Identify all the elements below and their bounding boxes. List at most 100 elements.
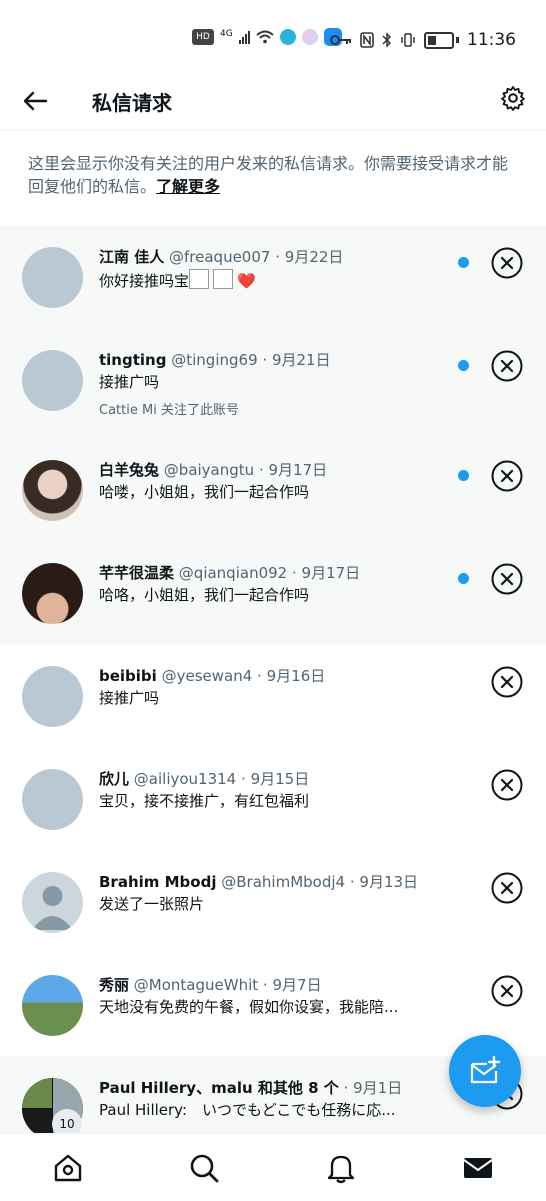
- back-arrow-icon[interactable]: [20, 86, 50, 116]
- separator: ·: [258, 461, 264, 479]
- list-item[interactable]: tingting @tinging69 · 9月21日 接推广吗 Cattie …: [0, 328, 546, 438]
- heart-emoji: ❤️: [237, 272, 256, 290]
- user-handle: @freaque007: [169, 248, 271, 266]
- avatar[interactable]: [22, 666, 83, 727]
- user-handle: @BrahimMbodj4: [221, 873, 346, 891]
- message-preview: 你好接推吗宝 ❤️: [99, 269, 429, 292]
- separator: ·: [343, 1079, 349, 1097]
- app-notification-icon: [279, 29, 296, 45]
- unread-dot: [458, 470, 469, 481]
- wifi-icon: [256, 30, 274, 44]
- user-handle: @qianqian092: [178, 564, 288, 582]
- status-time: 11:36: [467, 30, 516, 50]
- message-date: 9月13日: [359, 873, 419, 891]
- message-date: 9月17日: [268, 461, 328, 479]
- unread-dot: [458, 257, 469, 268]
- close-icon[interactable]: [491, 247, 523, 279]
- separator: ·: [349, 873, 355, 891]
- bottom-navigation: [0, 1133, 546, 1201]
- user-handle: @yesewan4: [161, 667, 253, 685]
- follow-context-note: Cattie Mi 关注了此账号: [99, 403, 239, 418]
- separator: ·: [241, 770, 246, 788]
- message-date: 9月22日: [284, 248, 344, 266]
- notifications-bell-icon[interactable]: [325, 1152, 357, 1184]
- user-name: tingting: [99, 351, 167, 369]
- nfc-icon: [360, 32, 374, 48]
- status-icons-left: HD 4G: [192, 28, 342, 46]
- message-date: 9月7日: [272, 976, 322, 994]
- user-handle: @baiyangtu: [163, 461, 255, 479]
- default-profile-icon: [32, 886, 73, 930]
- message-preview: 天地没有免费的午餐，假如你设宴，我能陪...: [99, 998, 399, 1016]
- close-icon[interactable]: [491, 666, 523, 698]
- avatar[interactable]: [22, 563, 83, 624]
- list-item[interactable]: beibibi @yesewan4 · 9月16日 接推广吗: [0, 644, 546, 747]
- home-icon[interactable]: [52, 1152, 84, 1184]
- key-icon: [330, 35, 351, 45]
- separator: ·: [262, 351, 268, 369]
- message-date: 9月15日: [250, 770, 310, 788]
- separator: ·: [262, 976, 268, 994]
- close-icon[interactable]: [491, 563, 523, 595]
- close-icon[interactable]: [491, 460, 523, 492]
- bluetooth-icon: [382, 32, 392, 48]
- list-item[interactable]: 欣儿 @ailiyou1314 · 9月15日 宝贝，接不接推广，有红包福利: [0, 747, 546, 850]
- signal-icon: [238, 30, 250, 44]
- user-name: 秀丽: [99, 976, 130, 994]
- user-handle: @ailiyou1314: [133, 770, 237, 788]
- list-item[interactable]: 江南 佳人 @freaque007 · 9月22日 你好接推吗宝 ❤️: [0, 225, 546, 328]
- battery-icon: [424, 31, 454, 49]
- close-icon[interactable]: [491, 769, 523, 801]
- message-date: 9月21日: [271, 351, 331, 369]
- list-item[interactable]: 芊芊很温柔 @qianqian092 · 9月17日 哈咯，小姐姐，我们一起合作…: [0, 541, 546, 644]
- close-icon[interactable]: [491, 350, 523, 382]
- new-message-button[interactable]: [449, 1035, 521, 1107]
- learn-more-link[interactable]: 了解更多: [156, 177, 220, 196]
- search-icon[interactable]: [188, 1152, 220, 1184]
- group-name: Paul Hillery、malu 和其他 8 个: [99, 1079, 339, 1097]
- separator: ·: [257, 667, 262, 685]
- avatar[interactable]: [22, 460, 83, 521]
- list-item[interactable]: 白羊兔兔 @baiyangtu · 9月17日 哈喽，小姐姐，我们一起合作吗: [0, 438, 546, 541]
- broken-image-icon: [189, 269, 210, 289]
- vibrate-icon: [401, 33, 415, 47]
- message-text: 你好接推吗宝: [99, 272, 190, 290]
- unread-dot: [458, 360, 469, 371]
- message-preview: 接推广吗: [99, 689, 160, 707]
- close-icon[interactable]: [491, 872, 523, 904]
- battery-tip-icon: [456, 37, 459, 43]
- hd-indicator: HD: [192, 29, 214, 45]
- page-title: 私信请求: [92, 91, 172, 115]
- list-item[interactable]: Brahim Mbodj @BrahimMbodj4 · 9月13日 发送了一张…: [0, 850, 546, 953]
- app-notification-icon: [301, 29, 318, 45]
- message-date: 9月17日: [301, 564, 361, 582]
- avatar[interactable]: [22, 247, 83, 308]
- avatar[interactable]: [22, 769, 83, 830]
- network-type: 4G: [220, 29, 233, 39]
- separator: ·: [275, 248, 281, 266]
- notice-text: 这里会显示你没有关注的用户发来的私信请求。你需要接受请求才能回复他们的私信。: [28, 154, 509, 196]
- gear-icon[interactable]: [500, 85, 526, 111]
- user-name: Brahim Mbodj: [99, 873, 217, 891]
- new-message-icon: [470, 1055, 501, 1084]
- broken-image-icon: [213, 269, 234, 289]
- message-preview: 哈咯，小姐姐，我们一起合作吗: [99, 586, 310, 604]
- close-icon[interactable]: [491, 975, 523, 1007]
- app-header: 私信请求: [0, 80, 546, 131]
- avatar[interactable]: [22, 975, 83, 1036]
- message-preview: 哈喽，小姐姐，我们一起合作吗: [99, 483, 310, 501]
- status-bar: HD 4G 11:36: [0, 0, 546, 80]
- message-preview: 宝贝，接不接推广，有红包福利: [99, 792, 310, 810]
- message-preview: 发送了一张照片: [99, 895, 205, 913]
- message-preview: 接推广吗: [99, 373, 160, 391]
- user-name: beibibi: [99, 667, 157, 685]
- user-name: 白羊兔兔: [99, 461, 160, 479]
- message-date: 9月16日: [266, 667, 326, 685]
- status-icons-right: 11:36: [330, 30, 516, 50]
- avatar[interactable]: [22, 350, 83, 411]
- info-notice: 这里会显示你没有关注的用户发来的私信请求。你需要接受请求才能回复他们的私信。了解…: [28, 152, 523, 198]
- separator: ·: [291, 564, 297, 582]
- user-name: 芊芊很温柔: [99, 564, 175, 582]
- default-avatar[interactable]: [22, 872, 83, 933]
- messages-envelope-icon[interactable]: [462, 1152, 494, 1184]
